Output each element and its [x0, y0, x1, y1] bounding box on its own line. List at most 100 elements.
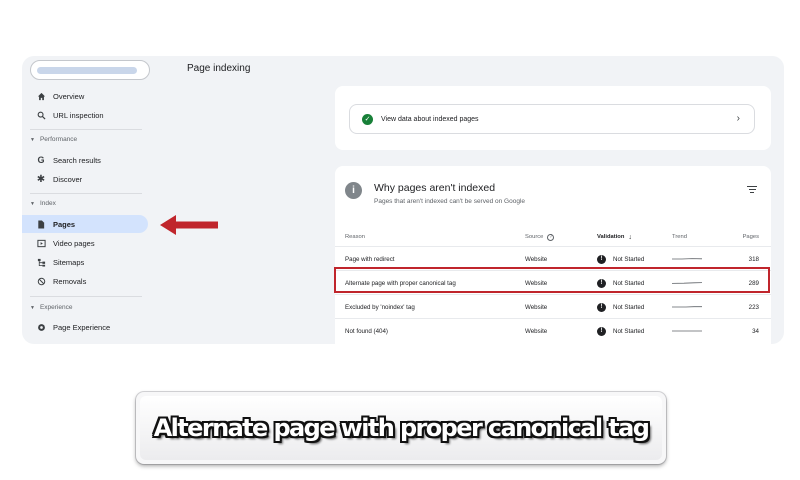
row-reason: Excluded by 'noindex' tag [345, 303, 415, 311]
search-console-window: Overview URL inspection ▼ Performance G … [22, 56, 784, 344]
row-pages: 318 [748, 255, 759, 263]
row-trend [672, 319, 702, 343]
sidebar-item-url-inspection[interactable]: URL inspection [22, 106, 150, 124]
row-source: Website [525, 303, 548, 311]
section-label: Performance [39, 136, 78, 143]
blurred-property-name [37, 67, 137, 74]
row-pages: 223 [748, 303, 759, 311]
row-validation-label: Not Started [613, 303, 645, 311]
red-arrow-icon [160, 215, 218, 235]
sidebar-item-label: Removals [53, 276, 87, 286]
pages-icon [36, 219, 46, 229]
table-row[interactable]: Not found (404) Website ! Not Started 34 [335, 318, 771, 342]
row-validation-label: Not Started [613, 327, 645, 335]
row-reason: Alternate page with proper canonical tag [345, 279, 456, 287]
divider [30, 129, 142, 130]
sidebar: Overview URL inspection ▼ Performance G … [22, 56, 152, 344]
sidebar-item-discover[interactable]: ✱ Discover [22, 170, 150, 188]
trend-sparkline [672, 282, 702, 284]
divider [30, 193, 142, 194]
gear-icon [36, 322, 46, 332]
caption-banner: Alternate page with proper canonical tag [136, 392, 666, 464]
row-trend [672, 247, 702, 271]
row-trend [672, 271, 702, 295]
table-header: Reason Source ? Validation ↓ Trend Pages [335, 228, 771, 246]
asterisk-icon: ✱ [36, 173, 46, 185]
section-index[interactable]: ▼ Index [30, 200, 56, 207]
video-icon [36, 238, 46, 248]
section-label: Experience [39, 304, 73, 311]
table-row[interactable]: Page with redirect Website ! Not Started … [335, 246, 771, 270]
sidebar-item-page-experience[interactable]: Page Experience [22, 318, 150, 336]
row-source: Website [525, 327, 548, 335]
search-icon [36, 110, 46, 120]
section-performance[interactable]: ▼ Performance [30, 136, 77, 143]
chevron-right-icon: › [736, 113, 740, 124]
property-selector[interactable] [30, 60, 150, 80]
row-trend [672, 295, 702, 319]
check-circle-icon: ✓ [362, 113, 373, 125]
column-header-trend: Trend [672, 234, 687, 240]
exclamation-icon: ! [597, 302, 606, 312]
sidebar-item-label: Discover [53, 174, 83, 184]
row-validation-label: Not Started [613, 279, 645, 287]
sidebar-item-label: Pages [53, 219, 76, 229]
row-validation: ! Not Started [597, 271, 644, 295]
help-icon[interactable]: ? [547, 233, 555, 241]
trend-sparkline [672, 306, 702, 308]
row-reason: Not found (404) [345, 327, 388, 335]
card-title: Why pages aren't indexed [374, 182, 496, 194]
exclamation-icon: ! [597, 326, 606, 336]
row-pages: 289 [748, 279, 759, 287]
sidebar-item-label: Search results [53, 155, 101, 165]
row-reason: Page with redirect [345, 255, 395, 263]
page-title: Page indexing [187, 63, 251, 74]
sidebar-item-label: Page Experience [53, 322, 111, 332]
row-source: Website [525, 279, 548, 287]
section-label: Index [39, 200, 56, 207]
column-header-source[interactable]: Source ? [525, 228, 555, 246]
table-row[interactable]: Alternate page with proper canonical tag… [335, 270, 771, 294]
row-validation: ! Not Started [597, 247, 644, 271]
column-header-label: Validation [597, 234, 625, 240]
trend-sparkline [672, 330, 702, 332]
column-header-pages[interactable]: Pages [743, 228, 759, 246]
column-header-reason[interactable]: Reason [345, 228, 365, 246]
arrow-down-icon: ↓ [628, 233, 632, 241]
row-source: Website [525, 255, 548, 263]
trend-sparkline [672, 258, 702, 260]
sidebar-item-search-results[interactable]: G Search results [22, 151, 150, 169]
card-subtitle: Pages that aren't indexed can't be serve… [374, 198, 526, 205]
sidebar-item-label: Overview [53, 91, 85, 101]
table-row[interactable]: Excluded by 'noindex' tag Website ! Not S… [335, 294, 771, 318]
sidebar-item-video-pages[interactable]: Video pages [22, 234, 150, 252]
column-header-label: Source [525, 234, 544, 240]
exclamation-icon: ! [597, 254, 606, 264]
caption-text: Alternate page with proper canonical tag [153, 414, 650, 442]
google-g-icon: G [37, 155, 45, 165]
home-icon [36, 91, 46, 101]
sidebar-item-label: URL inspection [53, 110, 104, 120]
view-indexed-pages-button[interactable]: ✓ View data about indexed pages › [349, 104, 755, 134]
filter-icon[interactable] [747, 186, 757, 194]
column-header-validation[interactable]: Validation ↓ [597, 228, 632, 246]
caret-down-icon: ▼ [30, 304, 35, 311]
sidebar-item-label: Video pages [53, 238, 95, 248]
row-pages: 34 [752, 327, 759, 335]
section-experience[interactable]: ▼ Experience [30, 304, 72, 311]
divider [30, 296, 142, 297]
sidebar-item-overview[interactable]: Overview [22, 87, 150, 105]
row-validation: ! Not Started [597, 295, 644, 319]
row-validation: ! Not Started [597, 319, 644, 343]
sidebar-item-sitemaps[interactable]: Sitemaps [22, 253, 150, 271]
sitemap-icon [36, 257, 46, 267]
caret-down-icon: ▼ [30, 200, 35, 207]
sidebar-item-removals[interactable]: Removals [22, 272, 150, 290]
view-indexed-pages-label: View data about indexed pages [381, 115, 479, 123]
sidebar-item-pages[interactable]: Pages [22, 215, 148, 233]
indexed-pages-card: ✓ View data about indexed pages › [335, 86, 771, 150]
page-header: Page indexing [152, 56, 784, 82]
caret-down-icon: ▼ [30, 136, 35, 143]
removals-icon [36, 276, 46, 286]
row-validation-label: Not Started [613, 255, 645, 263]
